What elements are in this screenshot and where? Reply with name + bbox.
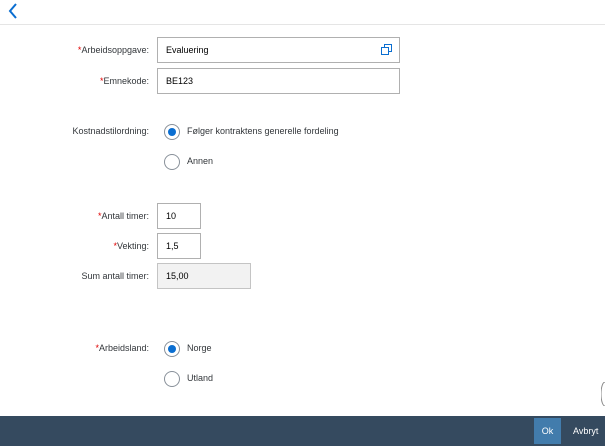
radio-label-utland: Utland xyxy=(187,373,214,383)
radio-label-annen: Annen xyxy=(187,156,214,166)
ok-button[interactable]: Ok xyxy=(534,418,561,444)
vekting-value: 1,5 xyxy=(166,241,179,251)
radio-label-folger-kontrakten: Følger kontraktens generelle fordeling xyxy=(187,126,339,136)
chevron-left-icon[interactable] xyxy=(3,1,23,21)
copy-icon[interactable] xyxy=(381,44,392,55)
vekting-field[interactable]: 1,5 xyxy=(157,233,201,259)
arbeidsoppgave-value: Evaluering xyxy=(166,45,209,55)
antall-timer-label-text: Antall timer: xyxy=(101,211,149,221)
cancel-button[interactable]: Avbryt xyxy=(566,418,604,444)
arbeidsoppgave-label-text: Arbeidsoppgave: xyxy=(81,45,149,55)
radio-norge[interactable] xyxy=(164,341,180,357)
sum-antall-timer-field: 15,00 xyxy=(157,263,251,289)
emnekode-field[interactable]: BE123 xyxy=(157,68,400,94)
footer-toolbar: Ok Avbryt xyxy=(0,416,605,446)
vekting-label: *Vekting: xyxy=(113,241,149,251)
arbeidsland-label: *Arbeidsland: xyxy=(95,343,149,353)
scroll-edge-mark xyxy=(601,382,605,406)
sum-antall-timer-value: 15,00 xyxy=(166,271,189,281)
emnekode-label: *Emnekode: xyxy=(100,76,149,86)
radio-label-norge: Norge xyxy=(187,343,212,353)
radio-annen[interactable] xyxy=(164,154,180,170)
antall-timer-field[interactable]: 10 xyxy=(157,203,201,229)
vekting-label-text: Vekting: xyxy=(116,241,149,251)
kostnadstilordning-label: Kostnadstilordning: xyxy=(72,126,149,136)
header-bar xyxy=(0,0,605,25)
arbeidsoppgave-label: *Arbeidsoppgave: xyxy=(78,45,149,55)
arbeidsland-label-text: Arbeidsland: xyxy=(98,343,149,353)
radio-utland[interactable] xyxy=(164,371,180,387)
emnekode-label-text: Emnekode: xyxy=(103,76,149,86)
arbeidsoppgave-field[interactable]: Evaluering xyxy=(157,37,400,63)
dialog-page: *Arbeidsoppgave: Evaluering *Emnekode: B… xyxy=(0,0,605,446)
sum-antall-timer-label: Sum antall timer: xyxy=(81,271,149,281)
radio-folger-kontrakten[interactable] xyxy=(164,124,180,140)
emnekode-value: BE123 xyxy=(166,76,194,86)
antall-timer-value: 10 xyxy=(166,211,177,221)
antall-timer-label: *Antall timer: xyxy=(98,211,149,221)
